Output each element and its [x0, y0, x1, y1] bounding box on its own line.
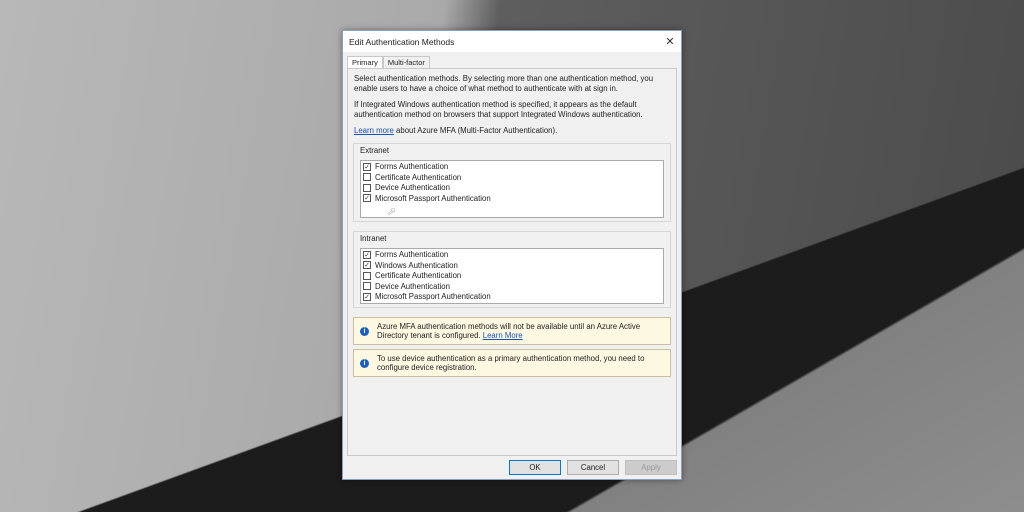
checkbox-label: Windows Authentication: [375, 261, 458, 270]
list-spacer: [363, 204, 661, 216]
checkbox-label: Microsoft Passport Authentication: [375, 292, 491, 301]
edit-authentication-methods-dialog: Edit Authentication Methods ✕ Primary Mu…: [342, 30, 682, 480]
apply-button[interactable]: Apply: [625, 460, 677, 475]
intranet-item[interactable]: ✓ Forms Authentication: [363, 250, 661, 261]
tab-multi-factor[interactable]: Multi-factor: [383, 56, 430, 68]
azure-mfa-notice: i Azure MFA authentication methods will …: [353, 317, 671, 345]
checkbox-label: Certificate Authentication: [375, 271, 461, 280]
checkbox-label: Forms Authentication: [375, 250, 448, 259]
checkbox-label: Microsoft Passport Authentication: [375, 194, 491, 203]
ok-button[interactable]: OK: [509, 460, 561, 475]
checkbox-label: Device Authentication: [375, 282, 450, 291]
intranet-list: ✓ Forms Authentication ✓ Windows Authentica…: [360, 248, 664, 305]
tab-bar: Primary Multi-factor: [343, 56, 681, 68]
title-bar: Edit Authentication Methods ✕: [343, 31, 681, 52]
extranet-group: Extranet ✓ Forms Authentication Certificat…: [353, 143, 671, 222]
extranet-item[interactable]: Certificate Authentication: [363, 172, 661, 183]
intranet-item[interactable]: ✓ Windows Authentication: [363, 260, 661, 271]
tab-primary[interactable]: Primary: [347, 56, 383, 68]
extranet-item[interactable]: Device Authentication: [363, 183, 661, 194]
checkbox[interactable]: [363, 173, 371, 181]
dialog-title: Edit Authentication Methods: [349, 37, 454, 47]
learn-more-link[interactable]: Learn more: [354, 126, 394, 135]
notice-message: To use device authentication as a primar…: [377, 354, 664, 373]
learn-more-line: Learn more about Azure MFA (Multi-Factor…: [354, 126, 670, 136]
intranet-item[interactable]: ✓ Microsoft Passport Authentication: [363, 292, 661, 303]
checkbox-label: Certificate Authentication: [375, 173, 461, 182]
cancel-button[interactable]: Cancel: [567, 460, 619, 475]
checkbox[interactable]: [363, 184, 371, 192]
extranet-label: Extranet: [360, 146, 664, 155]
dialog-buttons: OK Cancel Apply: [509, 460, 677, 475]
close-icon[interactable]: ✕: [659, 35, 681, 48]
notice-text: Azure MFA authentication methods will no…: [377, 322, 664, 341]
intro-text: Select authentication methods. By select…: [354, 74, 670, 93]
checkbox[interactable]: ✓: [363, 163, 371, 171]
windows-auth-text: If Integrated Windows authentication met…: [354, 100, 670, 119]
intranet-item[interactable]: Device Authentication: [363, 281, 661, 292]
checkbox[interactable]: ✓: [363, 261, 371, 269]
checkbox[interactable]: ✓: [363, 251, 371, 259]
extranet-item[interactable]: ✓ Microsoft Passport Authentication: [363, 193, 661, 204]
primary-panel: Select authentication methods. By select…: [347, 68, 677, 456]
info-icon: i: [360, 327, 369, 336]
checkbox-label: Forms Authentication: [375, 162, 448, 171]
checkbox[interactable]: [363, 272, 371, 280]
learn-more-suffix: about Azure MFA (Multi-Factor Authentica…: [394, 126, 557, 135]
checkbox-label: Device Authentication: [375, 183, 450, 192]
checkbox[interactable]: ✓: [363, 194, 371, 202]
intranet-label: Intranet: [360, 234, 664, 243]
intranet-item[interactable]: Certificate Authentication: [363, 271, 661, 282]
intranet-group: Intranet ✓ Forms Authentication ✓ Windows A…: [353, 231, 671, 309]
checkbox[interactable]: ✓: [363, 293, 371, 301]
extranet-list: ✓ Forms Authentication Certificate Authent…: [360, 160, 664, 218]
notice-learn-more-link[interactable]: Learn More: [483, 331, 523, 340]
info-icon: i: [360, 359, 369, 368]
extranet-item[interactable]: ✓ Forms Authentication: [363, 162, 661, 173]
mouse-cursor-icon: ➚: [387, 205, 396, 218]
device-auth-notice: i To use device authentication as a prim…: [353, 349, 671, 377]
checkbox[interactable]: [363, 282, 371, 290]
